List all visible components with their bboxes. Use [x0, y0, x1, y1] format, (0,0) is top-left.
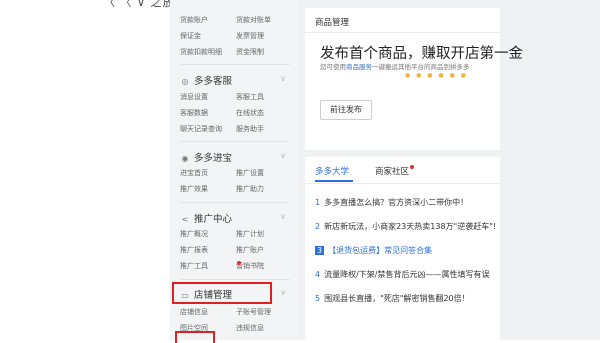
active-tab-indicator [315, 180, 353, 182]
sidebar-row: 货款账户 货款对账单 [180, 15, 290, 31]
highlight-box-partial [175, 331, 215, 343]
section-title-duoduo-jinbao[interactable]: ◉ 多多进宝 [180, 150, 233, 164]
sidebar-row: 保证金 发票管理 [180, 31, 290, 47]
news-item[interactable]: 3 【退货包运费】常见问答合集 [315, 245, 432, 256]
highlight-box-store-management [172, 282, 272, 304]
sidebar-row: 推广报表 推广账户 [180, 245, 290, 261]
news-item[interactable]: 5 围观县长直播，"死店"解密销售翻20倍！ [315, 293, 470, 304]
sidebar-row: 客服数据 在线状态 [180, 108, 290, 124]
sidebar-row: 聊天记录查询 服务助手 [180, 124, 290, 140]
divider [180, 141, 290, 142]
chevron-down-icon[interactable]: ∨ [280, 212, 286, 221]
sidebar-row: 推广工具 营销书院 [180, 261, 264, 271]
news-tabs: 多多大学 商家社区 [305, 157, 500, 184]
notification-dot [237, 261, 241, 265]
sidebar-link-promo-overview[interactable]: 推广概况 [180, 229, 208, 239]
news-item[interactable]: 1 多多直播怎么搞？官方资深小二带你中！ [315, 197, 468, 208]
share-icon: < [181, 215, 189, 224]
sidebar-link-fund-limit[interactable]: 资金限制 [236, 47, 264, 57]
sidebar-link-promo-account[interactable]: 推广账户 [236, 245, 264, 255]
goods-service-link[interactable]: 商品服务 [346, 63, 372, 71]
sidebar-link-store-info[interactable]: 店铺信息 [180, 307, 208, 317]
decoration-dots-icon: ● ● ● ● ● ● [405, 72, 468, 79]
sidebar-row: 推广概况 推广计划 [180, 229, 290, 245]
sidebar-link-payment-account[interactable]: 货款账户 [180, 15, 208, 25]
sidebar-link-promo-tools[interactable]: 推广工具 [180, 261, 208, 271]
divider [180, 64, 290, 65]
sidebar-row: 进宝首页 推广设置 [180, 168, 290, 184]
sidebar-link-chat-history[interactable]: 聊天记录查询 [180, 124, 222, 134]
sidebar-link-payment-statement[interactable]: 货款对账单 [236, 15, 271, 25]
sidebar-link-deduction-detail[interactable]: 货款扣款明细 [180, 47, 222, 57]
sidebar-link-promo-settings[interactable]: 推广设置 [236, 168, 264, 178]
card-headline: 发布首个商品，赚取开店第一金 [320, 46, 523, 62]
tab-merchant-community[interactable]: 商家社区 [375, 165, 415, 177]
news-item[interactable]: 2 新店新玩法，小商家23天热卖138万"逆袭赶车"! [315, 221, 496, 232]
sidebar-row: 货款扣款明细 资金限制 [180, 47, 290, 63]
sidebar-link-cs-tools[interactable]: 客服工具 [236, 92, 264, 102]
goods-management-card: 商品管理 发布首个商品，赚取开店第一金 您可使用商品服务一键搬运其他平台的商品到… [305, 8, 523, 150]
sidebar-row: 店铺信息 子账号管理 [180, 307, 290, 323]
section-title-customer-service[interactable]: ◎ 多多客服 [180, 73, 233, 87]
sidebar-link-subaccount-mgmt[interactable]: 子账号管理 [236, 307, 271, 317]
section-title-promotion-center[interactable]: < 推广中心 [180, 211, 232, 225]
sidebar-link-promo-report[interactable]: 推广报表 [180, 245, 208, 255]
divider [305, 32, 500, 33]
sidebar-link-promo-plan[interactable]: 推广计划 [236, 229, 264, 239]
target-icon: ◉ [181, 154, 189, 163]
chevron-down-icon[interactable]: ∨ [280, 151, 286, 160]
sidebar-link-promo-boost[interactable]: 推广助力 [236, 184, 264, 194]
sidebar-link-jinbao-home[interactable]: 进宝首页 [180, 168, 208, 178]
news-item[interactable]: 4 流量降权/下架/禁售背后元凶——属性填写有误 [315, 269, 489, 280]
notification-dot [410, 165, 415, 169]
news-card: 多多大学 商家社区 1 多多直播怎么搞？官方资深小二带你中！ 2 新店新玩法，小商家… [305, 157, 500, 340]
sidebar-link-message-settings[interactable]: 消息设置 [180, 92, 208, 102]
sidebar-link-promo-effect[interactable]: 推广效果 [180, 184, 208, 194]
card-subtext: 您可使用商品服务一键搬运其他平台的商品到拼多多 [320, 63, 470, 71]
headset-icon: ◎ [181, 77, 189, 86]
card-header: 商品管理 [315, 18, 350, 28]
sidebar-link-invoice[interactable]: 发票管理 [236, 31, 264, 41]
sidebar-link-deposit[interactable]: 保证金 [180, 31, 201, 41]
sidebar-link-violation-info[interactable]: 违规信息 [236, 323, 264, 333]
sidebar-row: 推广效果 推广助力 [180, 184, 290, 200]
chevron-down-icon[interactable]: ∨ [280, 288, 286, 297]
sidebar-link-online-status[interactable]: 在线状态 [236, 108, 264, 118]
sidebar-link-service-assistant[interactable]: 服务助手 [236, 124, 264, 134]
divider [180, 279, 290, 280]
go-publish-button[interactable]: 前往发布 [320, 100, 372, 120]
sidebar-link-cs-data[interactable]: 客服数据 [180, 108, 208, 118]
divider [180, 202, 290, 203]
tab-duoduo-university[interactable]: 多多大学 [315, 165, 349, 177]
chevron-down-icon[interactable]: ∨ [280, 74, 286, 83]
sidebar-row: 消息设置 客服工具 [180, 92, 290, 108]
